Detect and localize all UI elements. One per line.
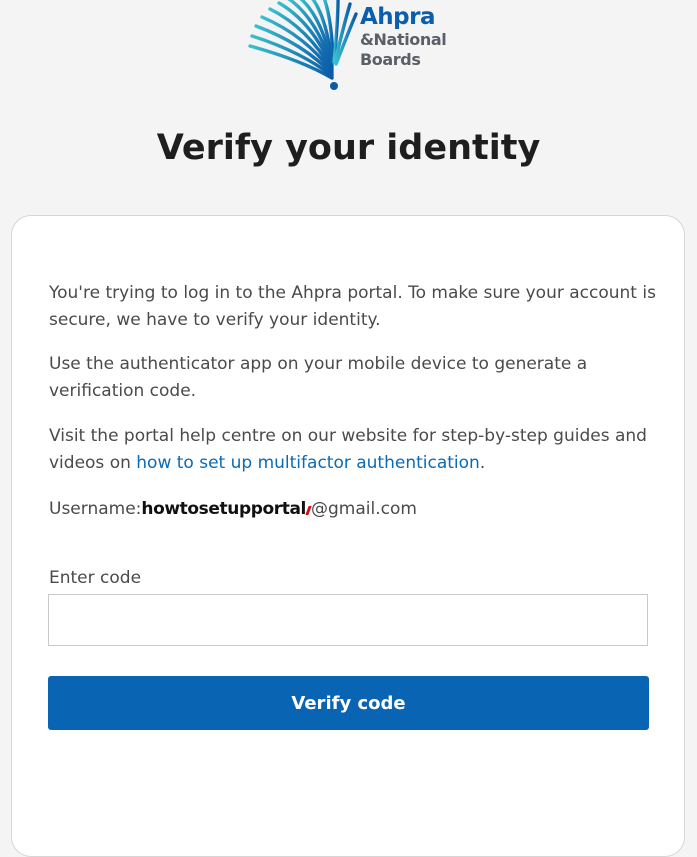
logo-subtitle-line1: &National — [360, 30, 447, 49]
mfa-setup-link[interactable]: how to set up multifactor authentication — [136, 453, 480, 473]
help-text: Visit the portal help centre on our webs… — [49, 423, 659, 477]
username-row: Username:howtosetupportal @gmail.com — [49, 496, 417, 523]
ahpra-fan-icon — [248, 0, 358, 90]
username-label: Username: — [49, 499, 142, 519]
help-text-suffix: . — [479, 453, 486, 473]
username-value: howtosetupportal — [141, 499, 306, 519]
verify-code-button[interactable]: Verify code — [48, 676, 649, 730]
page-title: Verify your identity — [156, 128, 541, 168]
intro-text: You're trying to log in to the Ahpra por… — [49, 283, 656, 330]
code-label: Enter code — [49, 568, 142, 588]
instructions-text: Use the authenticator app on your mobile… — [49, 354, 588, 401]
username-domain: @gmail.com — [311, 499, 417, 519]
code-input[interactable] — [48, 594, 648, 646]
ahpra-logo: Ahpra &National Boards — [246, 0, 456, 92]
verification-card: You're trying to log in to the Ahpra por… — [11, 215, 685, 857]
logo-brand-text: Ahpra — [360, 4, 436, 30]
logo-subtitle-line2: Boards — [360, 50, 421, 69]
